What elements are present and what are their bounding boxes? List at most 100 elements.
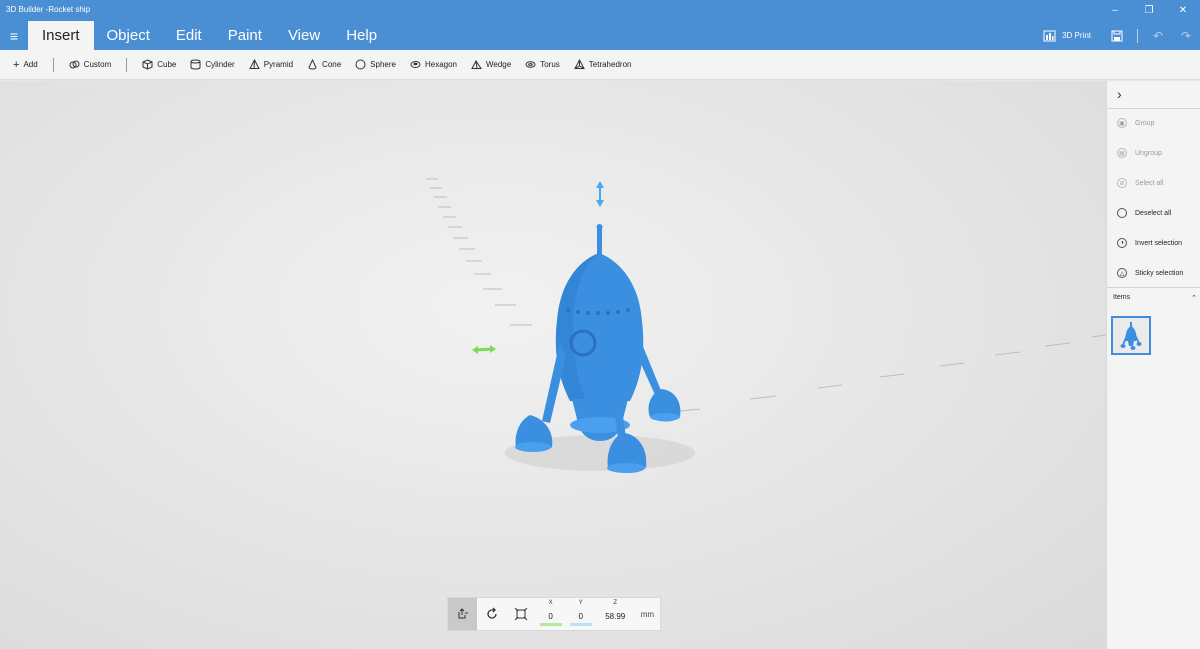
save-icon[interactable] [1103, 30, 1131, 42]
pyramid-label: Pyramid [263, 60, 294, 69]
deselect-all-label: Deselect all [1135, 209, 1172, 217]
x-value: 0 [548, 612, 553, 621]
cone-icon [308, 59, 317, 70]
group-button[interactable]: ▣ Group [1117, 118, 1154, 128]
tab-object[interactable]: Object [94, 21, 163, 50]
window-title: 3D Builder -Rocket ship [6, 5, 91, 14]
cube-label: Cube [157, 60, 177, 69]
invert-selection-button[interactable]: ◑ Invert selection [1117, 238, 1182, 248]
tetrahedron-label: Tetrahedron [588, 60, 632, 69]
wedge-icon [471, 60, 482, 69]
rocket-thumbnail-icon [1120, 321, 1142, 350]
deselect-all-button[interactable]: Deselect all [1117, 208, 1171, 218]
panel-divider [1107, 287, 1200, 288]
tetrahedron-icon [573, 59, 585, 69]
sticky-selection-label: Sticky selection [1135, 269, 1184, 277]
title-bar: 3D Builder -Rocket ship – ❐ ✕ ≡ Insert O… [0, 0, 1200, 50]
group-label: Group [1135, 119, 1155, 127]
item-thumbnail-rocket[interactable] [1111, 316, 1151, 355]
menu-bar: ≡ Insert Object Edit Paint View Help [0, 21, 390, 50]
custom-shape-icon [69, 60, 80, 69]
add-button[interactable]: + Add [6, 50, 45, 79]
y-value: 0 [578, 612, 583, 621]
group-icon: ▣ [1117, 118, 1127, 128]
grid-y-axis-ticks [426, 178, 532, 326]
toolbar-divider [126, 57, 128, 72]
ungroup-button[interactable]: ▤ Ungroup [1117, 148, 1162, 158]
move-button[interactable] [448, 598, 478, 630]
move-icon [458, 608, 468, 619]
cylinder-label: Cylinder [205, 60, 235, 69]
close-button[interactable]: ✕ [1166, 0, 1200, 20]
tab-insert[interactable]: Insert [28, 21, 94, 50]
tab-edit[interactable]: Edit [163, 21, 215, 50]
sphere-icon [355, 59, 366, 70]
title-actions: 3D Print ↶ ↷ [1043, 21, 1200, 50]
wedge-label: Wedge [486, 60, 512, 69]
cube-button[interactable]: Cube [135, 50, 183, 79]
items-header[interactable]: Items ⌃ [1113, 294, 1197, 302]
x-move-handle [472, 345, 496, 354]
y-coordinate[interactable]: Y 0 [566, 598, 596, 630]
deselect-all-icon [1117, 208, 1127, 218]
insert-toolbar: + Add Custom Cube Cylinder Pyramid Cone … [0, 50, 1200, 80]
custom-label: Custom [83, 60, 112, 69]
torus-button[interactable]: Torus [518, 50, 567, 79]
hexagon-icon [410, 61, 421, 68]
custom-button[interactable]: Custom [62, 50, 119, 79]
3d-print-button[interactable]: 3D Print [1043, 30, 1091, 42]
sticky-selection-button[interactable]: △ Sticky selection [1117, 268, 1183, 278]
grid-x-axis-ticks [679, 334, 1106, 412]
select-all-label: Select all [1135, 179, 1164, 187]
selection-panel: › ▣ Group ▤ Ungroup ⊘ Select all Deselec… [1106, 81, 1200, 649]
hexagon-button[interactable]: Hexagon [403, 50, 464, 79]
panel-divider [1107, 108, 1200, 109]
x-coordinate[interactable]: X 0 [536, 598, 566, 630]
pyramid-icon [248, 59, 260, 69]
tetrahedron-button[interactable]: Tetrahedron [567, 50, 639, 79]
z-value: 58.99 [605, 612, 626, 621]
minimize-button[interactable]: – [1098, 0, 1132, 20]
invert-selection-label: Invert selection [1135, 239, 1183, 247]
tab-view[interactable]: View [275, 21, 333, 50]
scale-icon [514, 607, 528, 621]
z-label: Z [613, 600, 618, 606]
cylinder-button[interactable]: Cylinder [183, 50, 241, 79]
add-label: Add [23, 60, 38, 69]
title-divider [1137, 28, 1138, 43]
cube-icon [142, 59, 153, 70]
ungroup-label: Ungroup [1135, 149, 1162, 157]
3d-viewport[interactable] [0, 81, 1106, 649]
tab-paint[interactable]: Paint [215, 21, 275, 50]
rotate-button[interactable] [477, 598, 506, 630]
sphere-button[interactable]: Sphere [348, 50, 403, 79]
select-all-button[interactable]: ⊘ Select all [1117, 178, 1163, 188]
chevron-right-icon[interactable]: › [1117, 86, 1122, 102]
unit-label: mm [640, 609, 655, 619]
redo-icon[interactable]: ↷ [1172, 29, 1200, 43]
tab-help[interactable]: Help [333, 21, 390, 50]
3d-print-label: 3D Print [1062, 31, 1091, 40]
pyramid-button[interactable]: Pyramid [242, 50, 300, 79]
cone-button[interactable]: Cone [300, 50, 348, 79]
plus-icon: + [13, 58, 20, 71]
toolbar-divider [52, 57, 54, 72]
cone-label: Cone [322, 60, 342, 69]
maximize-button[interactable]: ❐ [1132, 0, 1166, 20]
sticky-selection-icon: △ [1117, 268, 1127, 278]
invert-selection-icon: ◑ [1117, 238, 1127, 248]
chevron-up-icon[interactable]: ⌃ [1191, 294, 1197, 302]
window-controls: – ❐ ✕ [1098, 0, 1200, 20]
scale-button[interactable] [506, 598, 535, 630]
z-coordinate[interactable]: Z 58.99 [596, 598, 635, 630]
hamburger-icon[interactable]: ≡ [0, 21, 28, 50]
y-label: Y [578, 600, 583, 606]
undo-icon[interactable]: ↶ [1144, 29, 1172, 43]
wedge-button[interactable]: Wedge [464, 50, 518, 79]
x-label: X [548, 600, 553, 606]
torus-label: Torus [540, 60, 560, 69]
torus-icon [525, 61, 536, 68]
rotate-icon [487, 607, 497, 619]
hexagon-label: Hexagon [424, 60, 457, 69]
select-all-icon: ⊘ [1117, 178, 1127, 188]
